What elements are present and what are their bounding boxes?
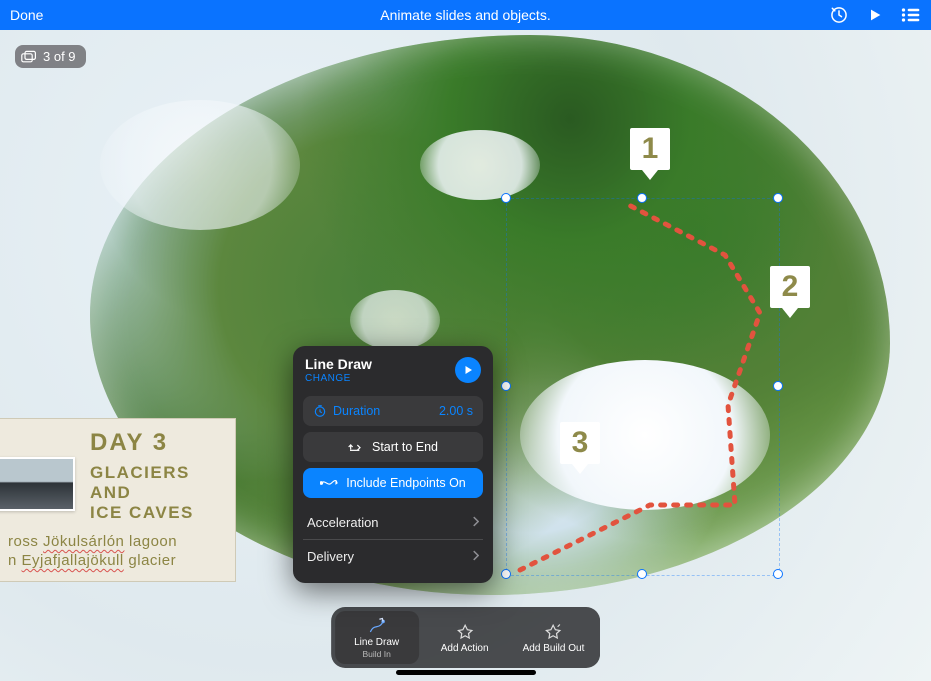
play-icon[interactable] [867, 7, 883, 23]
selection-handle[interactable] [501, 193, 511, 203]
clock-icon [313, 404, 327, 418]
build-out-icon [544, 623, 564, 641]
duration-value: 2.00 s [439, 404, 473, 418]
toolbar-title: Animate slides and objects. [380, 7, 550, 23]
action-icon [455, 623, 475, 641]
map-pin-1[interactable]: 1 [630, 128, 670, 180]
slide-canvas[interactable]: 3 of 9 1 2 3 DAY 3 GLACIERS AND ICE CAVE… [0, 30, 931, 681]
selection-handle[interactable] [637, 569, 647, 579]
map-pin-2[interactable]: 2 [770, 266, 810, 318]
pin-label: 1 [630, 128, 670, 170]
chevron-right-icon [472, 549, 479, 564]
add-action-button[interactable]: Add Action [423, 611, 507, 664]
map-pin-3[interactable]: 3 [560, 422, 600, 474]
change-effect-button[interactable]: CHANGE [305, 373, 372, 384]
selection-handle[interactable] [773, 569, 783, 579]
selection-handle[interactable] [773, 193, 783, 203]
delivery-row[interactable]: Delivery [303, 539, 483, 573]
day-line-1: ross Jökulsárlón lagoon [8, 533, 223, 550]
endpoints-icon [320, 477, 338, 489]
day-line-2: n Eyjafjallajökull glacier [8, 552, 223, 569]
day-title: DAY 3 [90, 429, 223, 457]
day-subtitle: GLACIERS AND ICE CAVES [90, 463, 223, 523]
chevron-right-icon [472, 515, 479, 530]
duration-row[interactable]: Duration 2.00 s [303, 396, 483, 426]
home-indicator [396, 670, 536, 675]
preview-play-button[interactable] [455, 357, 481, 383]
done-button[interactable]: Done [10, 7, 43, 23]
top-toolbar: Done Animate slides and objects. [0, 0, 931, 30]
selection-handle[interactable] [501, 381, 511, 391]
selection-handle[interactable] [501, 569, 511, 579]
list-icon[interactable] [901, 7, 921, 23]
slide-counter[interactable]: 3 of 9 [15, 45, 86, 68]
direction-icon [348, 441, 364, 453]
day-info-card[interactable]: DAY 3 GLACIERS AND ICE CAVES ross Jökuls… [0, 418, 236, 582]
line-draw-icon [367, 617, 387, 635]
direction-button[interactable]: Start to End [303, 432, 483, 462]
add-build-out-button[interactable]: Add Build Out [511, 611, 597, 664]
endpoints-button[interactable]: Include Endpoints On [303, 468, 483, 498]
day-thumbnail [0, 457, 75, 511]
slide-counter-text: 3 of 9 [43, 49, 76, 64]
build-in-button[interactable]: Line Draw Build In [335, 611, 419, 664]
panel-title: Line Draw [305, 356, 372, 372]
pin-label: 2 [770, 266, 810, 308]
selection-handle[interactable] [637, 193, 647, 203]
undo-icon[interactable] [829, 5, 849, 25]
animation-toolbar: Line Draw Build In Add Action Add Build … [331, 607, 601, 668]
selection-handle[interactable] [773, 381, 783, 391]
acceleration-row[interactable]: Acceleration [303, 506, 483, 539]
animation-panel: Line Draw CHANGE Duration 2.00 s Start t… [293, 346, 493, 583]
pin-label: 3 [560, 422, 600, 464]
